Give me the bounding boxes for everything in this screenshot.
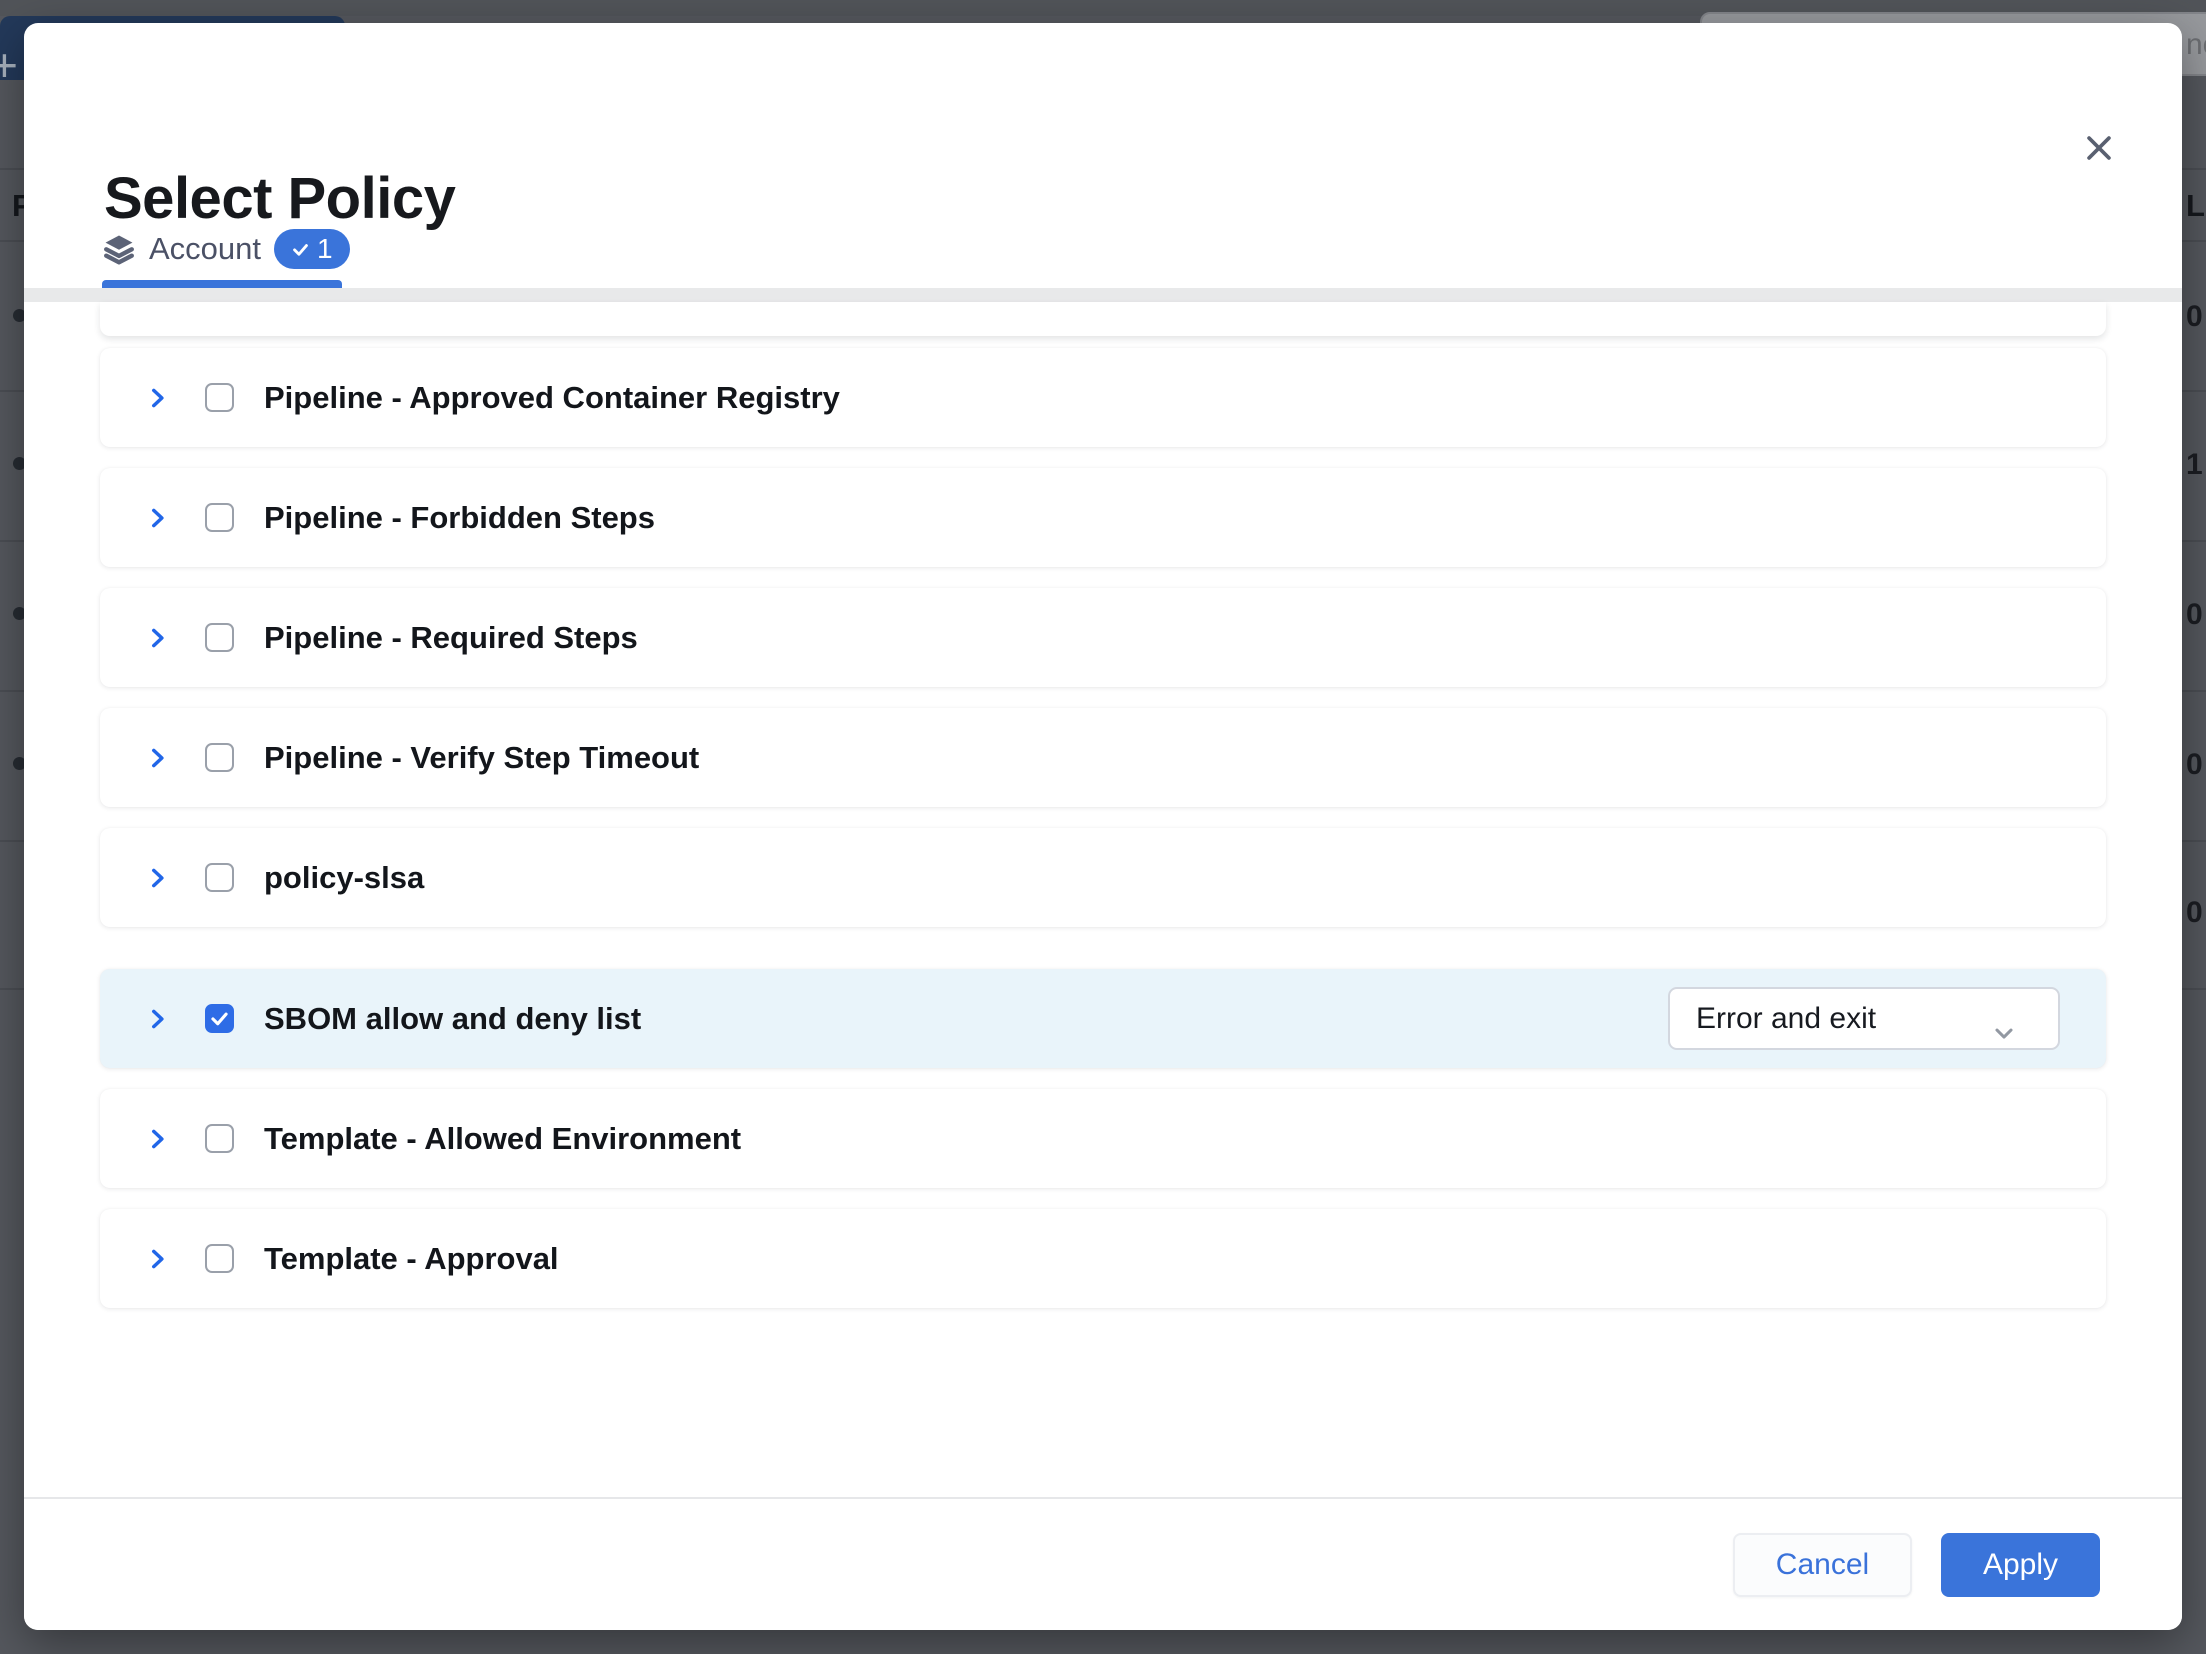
active-tab-indicator bbox=[102, 280, 342, 288]
row-checkbox[interactable] bbox=[205, 383, 234, 412]
selected-count: 1 bbox=[317, 233, 333, 265]
select-policy-dialog: Select Policy Account 1 Pipeline - Appro… bbox=[24, 23, 2182, 1630]
tab-account-label: Account bbox=[149, 231, 261, 267]
chevron-right-icon[interactable] bbox=[142, 741, 172, 775]
row-checkbox[interactable] bbox=[205, 503, 234, 532]
dialog-footer: Cancel Apply bbox=[24, 1497, 2182, 1630]
row-checkbox[interactable] bbox=[205, 623, 234, 652]
close-icon[interactable] bbox=[2074, 123, 2124, 173]
action-select-value: Error and exit bbox=[1696, 1002, 1876, 1036]
chevron-right-icon[interactable] bbox=[142, 1122, 172, 1156]
policy-row-label: Pipeline - Verify Step Timeout bbox=[264, 740, 699, 776]
policy-row[interactable]: Template - Approval bbox=[100, 1209, 2106, 1308]
chevron-right-icon[interactable] bbox=[142, 501, 172, 535]
policy-row[interactable]: SBOM allow and deny list Error and exit bbox=[100, 969, 2106, 1068]
row-checkbox[interactable] bbox=[205, 1004, 234, 1033]
chevron-right-icon[interactable] bbox=[142, 621, 172, 655]
backdrop-table-value: 0 bbox=[2186, 300, 2203, 334]
scrolled-card-fragment bbox=[100, 302, 2106, 336]
action-select[interactable]: Error and exit bbox=[1668, 987, 2060, 1050]
policy-row-label: Pipeline - Forbidden Steps bbox=[264, 500, 655, 536]
tab-account[interactable]: Account 1 bbox=[102, 223, 350, 275]
page-title: Select Policy bbox=[104, 165, 455, 232]
policy-row[interactable]: Pipeline - Forbidden Steps bbox=[100, 468, 2106, 567]
policy-row-label: Template - Approval bbox=[264, 1241, 559, 1277]
tabs-divider bbox=[24, 288, 2182, 302]
policy-row-label: Pipeline - Approved Container Registry bbox=[264, 380, 840, 416]
backdrop-search-text: ne bbox=[2186, 28, 2206, 62]
check-icon bbox=[291, 240, 310, 259]
policy-row[interactable]: policy-slsa bbox=[100, 828, 2106, 927]
policy-row[interactable]: Pipeline - Required Steps bbox=[100, 588, 2106, 687]
chevron-right-icon[interactable] bbox=[142, 1002, 172, 1036]
chevron-right-icon[interactable] bbox=[142, 1242, 172, 1276]
plus-icon: + bbox=[0, 38, 18, 92]
policy-row-label: Pipeline - Required Steps bbox=[264, 620, 638, 656]
backdrop-right-column-header: L bbox=[2186, 188, 2205, 224]
chevron-right-icon[interactable] bbox=[142, 861, 172, 895]
row-checkbox[interactable] bbox=[205, 1244, 234, 1273]
apply-button[interactable]: Apply bbox=[1941, 1533, 2100, 1597]
chevron-right-icon[interactable] bbox=[142, 381, 172, 415]
policy-row-label: SBOM allow and deny list bbox=[264, 1001, 641, 1037]
backdrop-table-value: 1 bbox=[2186, 448, 2203, 482]
policy-row[interactable]: Template - Allowed Environment bbox=[100, 1089, 2106, 1188]
policy-row-label: policy-slsa bbox=[264, 860, 424, 896]
policy-row[interactable]: Pipeline - Approved Container Registry bbox=[100, 348, 2106, 447]
cancel-button[interactable]: Cancel bbox=[1733, 1533, 1912, 1597]
backdrop-table-value: 0 bbox=[2186, 748, 2203, 782]
selected-count-badge: 1 bbox=[274, 229, 350, 269]
backdrop-table-value: 0 bbox=[2186, 598, 2203, 632]
policy-row-label: Template - Allowed Environment bbox=[264, 1121, 741, 1157]
policy-row[interactable]: Pipeline - Verify Step Timeout bbox=[100, 708, 2106, 807]
row-checkbox[interactable] bbox=[205, 1124, 234, 1153]
layers-icon bbox=[102, 232, 136, 266]
row-checkbox[interactable] bbox=[205, 743, 234, 772]
row-checkbox[interactable] bbox=[205, 863, 234, 892]
backdrop-table-value: 0 bbox=[2186, 896, 2203, 930]
